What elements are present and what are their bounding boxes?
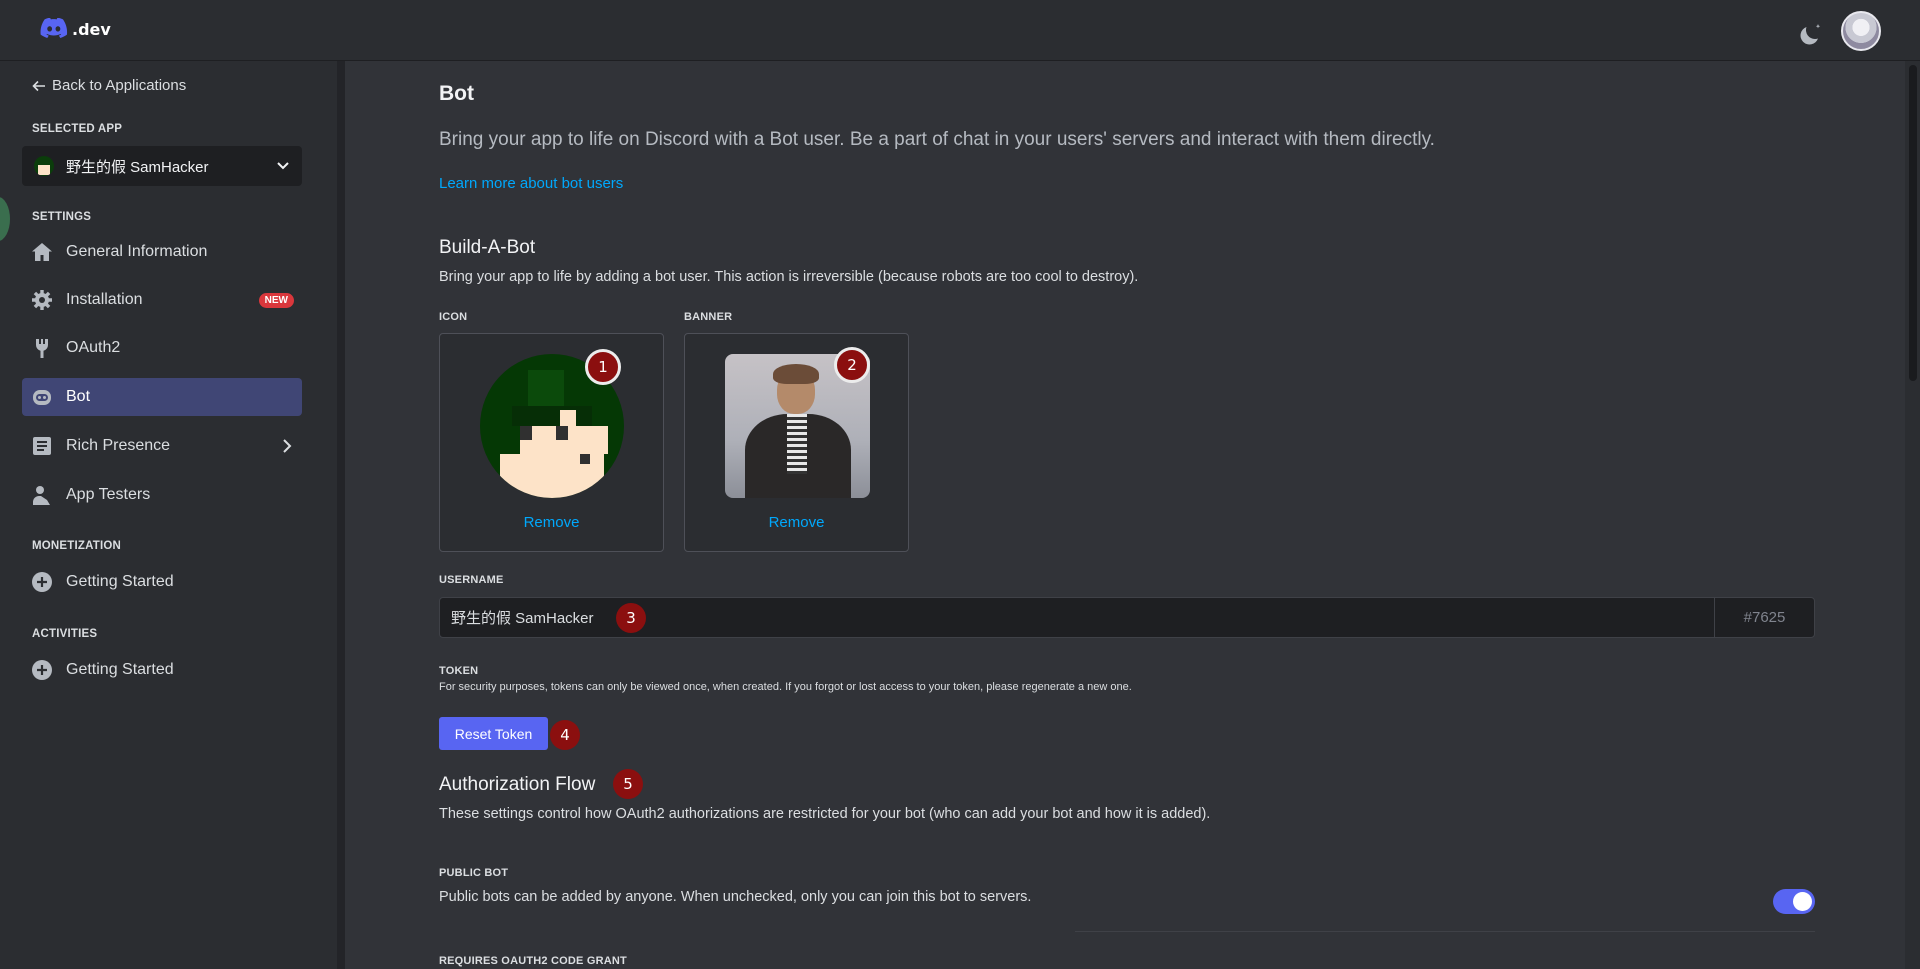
annotation-marker-5: 5 [613, 769, 643, 799]
sidebar-item-general-information[interactable]: General Information [22, 233, 302, 271]
sidebar-item-label: General Information [66, 243, 208, 260]
icon-upload[interactable]: Remove [439, 333, 664, 552]
plus-circle-icon [30, 658, 54, 682]
annotation-marker-4: 4 [550, 720, 580, 750]
token-note: For security purposes, tokens can only b… [439, 681, 1132, 693]
new-badge: NEW [258, 292, 294, 308]
app-avatar [34, 156, 54, 176]
home-icon [30, 240, 54, 264]
public-bot-description: Public bots can be added by anyone. When… [439, 889, 1032, 905]
toggle-knob [1793, 892, 1812, 911]
sidebar-item-rich-presence[interactable]: Rich Presence [22, 427, 302, 465]
settings-heading: SETTINGS [32, 211, 92, 223]
build-a-bot-heading: Build-A-Bot [439, 237, 536, 258]
authorization-flow-heading: Authorization Flow [439, 774, 596, 795]
discriminator: #7625 [1714, 598, 1814, 637]
discord-dev-logo[interactable]: .dev [40, 18, 111, 40]
activities-heading: ACTIVITIES [32, 628, 98, 640]
token-label: TOKEN [439, 665, 479, 677]
sidebar-item-app-testers[interactable]: App Testers [22, 476, 302, 514]
sidebar: Back to Applications SELECTED APP 野生的假 S… [0, 61, 337, 969]
annotation-marker-3: 3 [616, 603, 646, 633]
scrollbar-thumb[interactable] [1909, 65, 1917, 381]
app-selector[interactable]: 野生的假 SamHacker [22, 146, 302, 186]
sidebar-item-label: App Testers [66, 486, 151, 503]
section-divider [1075, 931, 1815, 932]
sidebar-item-label: Installation [66, 291, 143, 308]
username-label: USERNAME [439, 574, 504, 586]
sidebar-item-label: Getting Started [66, 573, 174, 590]
sidebar-item-activities-getting-started[interactable]: Getting Started [22, 651, 302, 689]
scrollbar[interactable] [1905, 61, 1920, 969]
chevron-right-icon [283, 439, 292, 453]
banner-label: BANNER [684, 311, 733, 323]
public-bot-toggle[interactable] [1773, 889, 1815, 914]
remove-icon-link[interactable]: Remove [440, 514, 663, 531]
plus-circle-icon [30, 570, 54, 594]
selected-app-name: 野生的假 SamHacker [66, 158, 209, 176]
remove-banner-link[interactable]: Remove [685, 514, 908, 531]
back-to-applications-link[interactable]: Back to Applications [32, 77, 186, 94]
main-content: Bot Bring your app to life on Discord wi… [345, 61, 1905, 969]
moon-icon[interactable] [1798, 19, 1824, 45]
reset-token-button[interactable]: Reset Token [439, 717, 548, 750]
gear-icon [30, 288, 54, 312]
annotation-marker-2: 2 [834, 347, 870, 383]
public-bot-label: PUBLIC BOT [439, 867, 509, 879]
learn-more-link[interactable]: Learn more about bot users [439, 175, 623, 192]
sidebar-item-label: Bot [66, 388, 91, 405]
wrench-icon [30, 336, 54, 360]
selected-app-heading: SELECTED APP [32, 123, 123, 135]
monetization-heading: MONETIZATION [32, 540, 122, 552]
page-description: Bring your app to life on Discord with a… [439, 129, 1435, 150]
arrow-left-icon [32, 80, 45, 91]
sidebar-item-label: OAuth2 [66, 339, 121, 356]
icon-label: ICON [439, 311, 468, 323]
sidebar-item-bot[interactable]: Bot [22, 378, 302, 416]
person-icon [30, 483, 54, 507]
back-link-label: Back to Applications [52, 77, 187, 94]
authorization-flow-description: These settings control how OAuth2 author… [439, 806, 1211, 822]
sidebar-item-monetization-getting-started[interactable]: Getting Started [22, 563, 302, 601]
chevron-down-icon [277, 162, 289, 170]
sidebar-divider [337, 61, 345, 969]
sidebar-item-label: Getting Started [66, 661, 174, 678]
top-bar: .dev [0, 0, 1920, 61]
sidebar-item-installation[interactable]: Installation NEW [22, 281, 302, 319]
annotation-marker-1: 1 [585, 349, 621, 385]
logo-text: .dev [72, 19, 111, 39]
sidebar-item-label: Rich Presence [66, 437, 171, 454]
build-a-bot-description: Bring your app to life by adding a bot u… [439, 269, 1139, 285]
document-icon [30, 434, 54, 458]
page-title: Bot [439, 82, 474, 105]
discord-logo-icon [40, 18, 68, 38]
requires-oauth2-code-grant-label: REQUIRES OAUTH2 CODE GRANT [439, 955, 627, 967]
server-indicator [0, 197, 10, 241]
bot-icon [30, 385, 54, 409]
banner-upload[interactable]: Remove [684, 333, 909, 552]
user-avatar[interactable] [1841, 11, 1881, 51]
sidebar-item-oauth2[interactable]: OAuth2 [22, 329, 302, 367]
